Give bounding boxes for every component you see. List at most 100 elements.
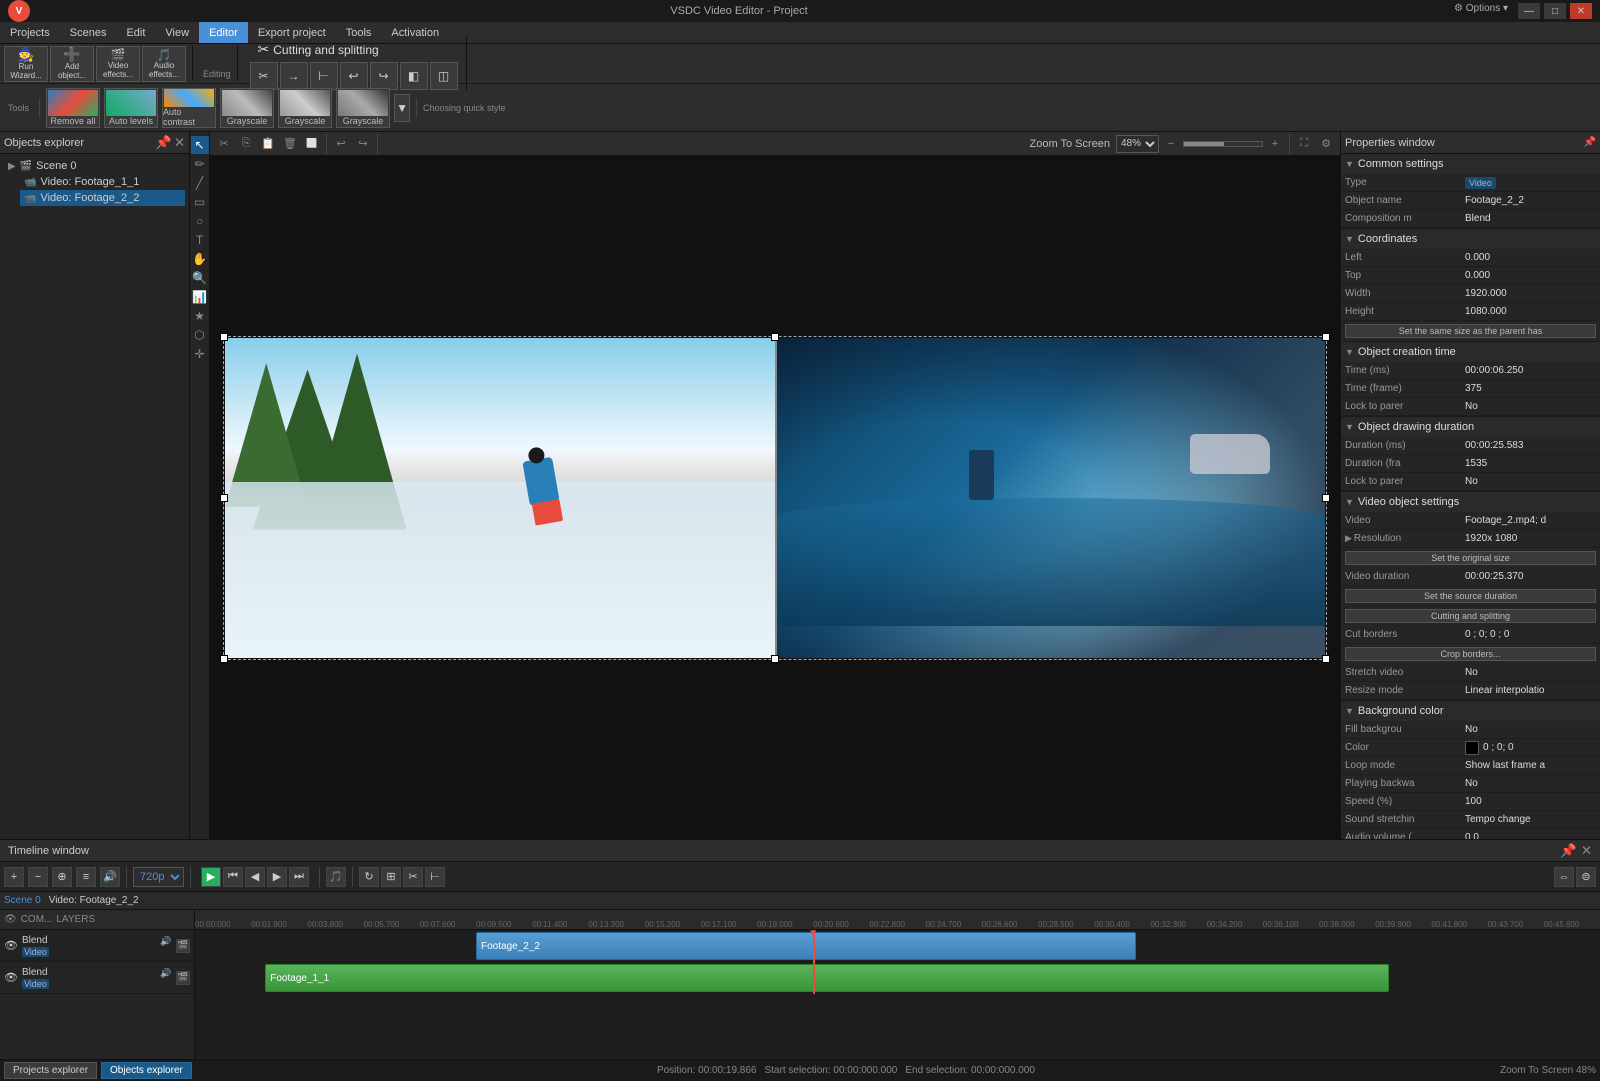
cut-canvas-btn[interactable]: ✂ [214, 134, 234, 154]
object-drawing-section: ▼ Object drawing duration Duration (ms) … [1341, 417, 1600, 492]
menu-view[interactable]: View [155, 22, 199, 43]
zoom-tool[interactable]: 🔍 [191, 269, 209, 287]
objects-explorer-tab[interactable]: Objects explorer [101, 1062, 192, 1079]
menubar: Projects Scenes Edit View Editor Export … [0, 22, 1600, 44]
tl-split-btn[interactable]: ⊢ [425, 867, 445, 887]
paste-btn[interactable]: 📋 [258, 134, 278, 154]
crop-button[interactable]: Crop borders... [1345, 647, 1596, 661]
redo-canvas-btn[interactable]: ↪ [353, 134, 373, 154]
tl-fit-btn[interactable]: ⇔ [1554, 867, 1574, 887]
track-eye-1[interactable]: 👁 [4, 939, 18, 952]
grayscale-btn-1[interactable]: Grayscale [220, 88, 274, 128]
zoom-out-btn[interactable]: − [1161, 134, 1181, 154]
track-film-1[interactable]: 🎬 [176, 939, 190, 953]
props-pin-btn[interactable]: 📌 [1584, 137, 1596, 148]
timeline-pin-btn[interactable]: 📌 [1560, 843, 1577, 859]
remove-all-btn[interactable]: Remove all [46, 88, 100, 128]
cutting-splitting-button[interactable]: Cutting and splitting [1345, 609, 1596, 623]
chart-tool[interactable]: 📊 [191, 288, 209, 306]
common-settings-header[interactable]: ▼ Common settings [1341, 154, 1600, 174]
clip-footage1[interactable]: Footage_1_1 [265, 964, 1389, 992]
step-back-btn[interactable]: ◀ [245, 867, 265, 887]
copy-btn[interactable]: ⎘ [236, 134, 256, 154]
object-creation-header[interactable]: ▼ Object creation time [1341, 342, 1600, 362]
set-source-button[interactable]: Set the source duration [1345, 589, 1596, 603]
menu-projects[interactable]: Projects [0, 22, 60, 43]
tl-remove-btn[interactable]: − [28, 867, 48, 887]
settings-btn[interactable]: ⚙ [1316, 134, 1336, 154]
menu-editor[interactable]: Editor [199, 22, 248, 43]
tl-cut-btn[interactable]: ✂ [403, 867, 423, 887]
footage-2-item[interactable]: 📹 Video: Footage_2_2 [20, 190, 185, 206]
pointer-tool[interactable]: ↖ [191, 136, 209, 154]
audio-effects-button[interactable]: 🎵 Audio effects... [142, 46, 186, 82]
clip-footage2[interactable]: Footage_2_2 [476, 932, 1136, 960]
same-size-button[interactable]: Set the same size as the parent has [1345, 324, 1596, 338]
add-object-button[interactable]: ➕ Add object... [50, 46, 94, 82]
tl-dup-btn[interactable]: ⊕ [52, 867, 72, 887]
hand-tool[interactable]: ✋ [191, 250, 209, 268]
auto-contrast-btn[interactable]: Auto contrast [162, 88, 216, 128]
menu-scenes[interactable]: Scenes [60, 22, 117, 43]
tl-snap-btn[interactable]: ⊞ [381, 867, 401, 887]
tl-add-btn[interactable]: + [4, 867, 24, 887]
audio-vol-label: Audio volume ( [1345, 832, 1465, 839]
zoom-select[interactable]: 48% [1116, 135, 1159, 153]
scene-0-item[interactable]: ▶ 🎬 Scene 0 [4, 158, 185, 174]
fullscreen-btn[interactable]: ⛶ [1294, 134, 1314, 154]
background-color-header[interactable]: ▼ Background color [1341, 701, 1600, 721]
prev-frame-btn[interactable]: ⏮ [223, 867, 243, 887]
footage-1-item[interactable]: 📹 Video: Footage_1_1 [20, 174, 185, 190]
objects-pin-btn[interactable]: 📌 [155, 135, 172, 151]
tl-vol-btn[interactable]: 🔊 [100, 867, 120, 887]
quickstyle-more-btn[interactable]: ▼ [394, 94, 410, 122]
delete-btn[interactable]: 🗑 [280, 134, 300, 154]
playhead[interactable] [813, 930, 815, 994]
ellipse-tool[interactable]: ○ [191, 212, 209, 230]
zoom-slider[interactable] [1183, 141, 1263, 147]
play-btn[interactable]: ▶ [201, 867, 221, 887]
tl-loop-btn[interactable]: ↻ [359, 867, 379, 887]
projects-explorer-tab[interactable]: Projects explorer [4, 1062, 97, 1079]
minimize-button[interactable]: — [1518, 3, 1540, 19]
move-tool[interactable]: ✛ [191, 345, 209, 363]
line-tool[interactable]: ╱ [191, 174, 209, 192]
zoom-in-btn[interactable]: + [1265, 134, 1285, 154]
menu-edit[interactable]: Edit [116, 22, 155, 43]
time-ms-row: Time (ms) 00:00:06.250 [1341, 362, 1600, 380]
draw-tool[interactable]: ✏ [191, 155, 209, 173]
resolution-select[interactable]: 720p [133, 867, 184, 887]
video-effects-button[interactable]: 🎬 Video effects... [96, 46, 140, 82]
maximize-button[interactable]: □ [1544, 3, 1566, 19]
effects-tool[interactable]: ★ [191, 307, 209, 325]
tl-align-btn[interactable]: ⊜ [1576, 867, 1596, 887]
rect-tool[interactable]: ▭ [191, 193, 209, 211]
undo-canvas-btn[interactable]: ↩ [331, 134, 351, 154]
timeline-close-btn[interactable]: ✕ [1581, 843, 1592, 859]
select-all-btn[interactable]: ⬜ [302, 134, 322, 154]
text-tool[interactable]: T [191, 231, 209, 249]
video-object-header[interactable]: ▼ Video object settings [1341, 492, 1600, 512]
step-fwd-btn[interactable]: ▶ [267, 867, 287, 887]
run-wizard-button[interactable]: 🧙 Run Wizard... [4, 46, 48, 82]
grayscale-btn-3[interactable]: Grayscale [336, 88, 390, 128]
mask-tool[interactable]: ⬡ [191, 326, 209, 344]
auto-levels-btn[interactable]: Auto levels [104, 88, 158, 128]
track-eye-2[interactable]: 👁 [4, 971, 18, 984]
options-button[interactable]: ⚙ Options ▾ [1448, 3, 1514, 19]
color-swatch[interactable] [1465, 741, 1479, 755]
track-film-2[interactable]: 🎬 [176, 971, 190, 985]
tl-layers-btn[interactable]: ≡ [76, 867, 96, 887]
layers-eye-btn[interactable]: 👁 [4, 914, 17, 925]
tl-audio-btn[interactable]: 🎵 [326, 867, 346, 887]
ruler-tick-16: 00:30.400 [1094, 920, 1130, 929]
time-ms-label: Time (ms) [1345, 365, 1465, 376]
objects-close-btn[interactable]: ✕ [174, 135, 185, 151]
set-original-button[interactable]: Set the original size [1345, 551, 1596, 565]
grayscale-btn-2[interactable]: Grayscale [278, 88, 332, 128]
cutting-splitting-label: ✂ Cutting and splitting [250, 37, 458, 62]
close-button[interactable]: ✕ [1570, 3, 1592, 19]
next-frame-btn[interactable]: ⏭ [289, 867, 309, 887]
object-drawing-header[interactable]: ▼ Object drawing duration [1341, 417, 1600, 437]
coordinates-header[interactable]: ▼ Coordinates [1341, 229, 1600, 249]
